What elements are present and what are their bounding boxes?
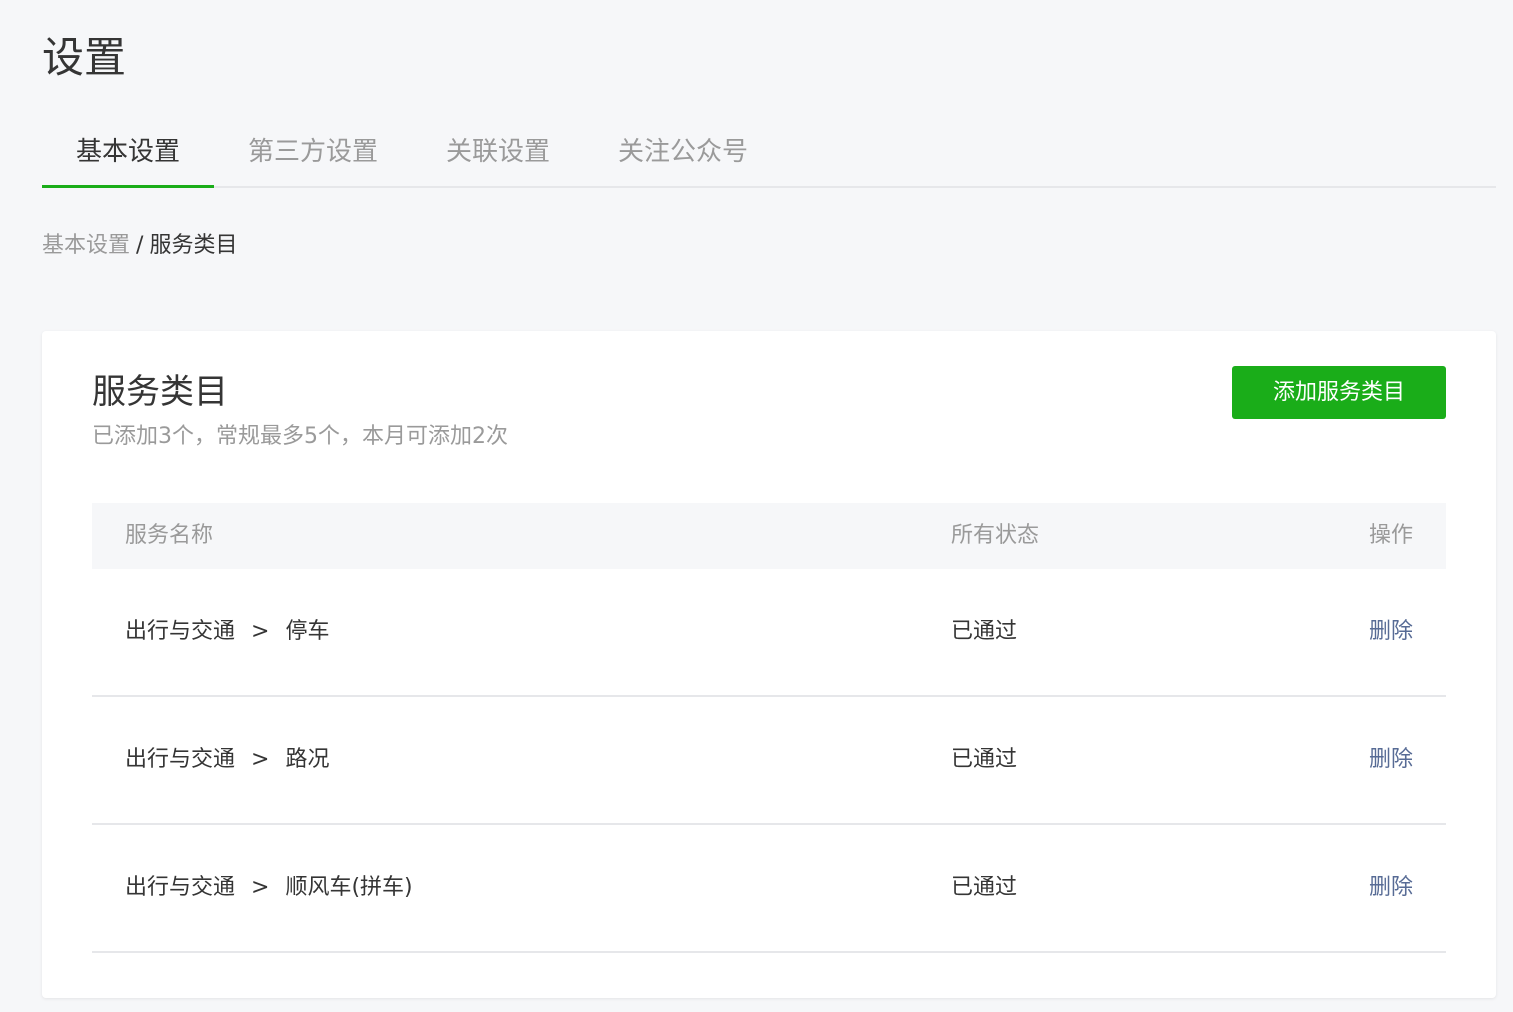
subcategory-label: 停车 xyxy=(285,619,330,644)
category-label: 出行与交通 xyxy=(125,619,236,644)
subcategory-label: 路况 xyxy=(285,747,330,772)
tab-basic-settings[interactable]: 基本设置 xyxy=(42,120,214,188)
breadcrumb-parent-link[interactable]: 基本设置 xyxy=(42,233,130,258)
breadcrumb-separator: / xyxy=(136,233,144,258)
card-description: 已添加3个，常规最多5个，本月可添加2次 xyxy=(92,424,508,449)
subcategory-label: 顺风车(拼车) xyxy=(285,875,413,900)
service-category-table: 服务名称 所有状态 操作 出行与交通 > 停车 已通过 删除 出行与交通 > 路况 已通… xyxy=(92,503,1446,953)
table-row: 出行与交通 > 路况 已通过 删除 xyxy=(92,697,1446,825)
status-cell: 已通过 xyxy=(951,619,1018,644)
tab-third-party-settings[interactable]: 第三方设置 xyxy=(246,120,380,186)
arrow-separator: > xyxy=(251,747,270,772)
service-category-card: 服务类目 已添加3个，常规最多5个，本月可添加2次 添加服务类目 服务名称 所有… xyxy=(42,331,1496,998)
status-cell: 已通过 xyxy=(951,747,1018,772)
service-name-cell: 出行与交通 > 顺风车(拼车) xyxy=(125,825,413,951)
arrow-separator: > xyxy=(251,619,270,644)
breadcrumb: 基本设置 / 服务类目 xyxy=(42,230,237,262)
delete-link[interactable]: 删除 xyxy=(1369,569,1413,695)
table-row: 出行与交通 > 顺风车(拼车) 已通过 删除 xyxy=(92,825,1446,953)
status-cell: 已通过 xyxy=(951,875,1018,900)
table-row: 出行与交通 > 停车 已通过 删除 xyxy=(92,569,1446,697)
delete-link[interactable]: 删除 xyxy=(1369,697,1413,823)
delete-link[interactable]: 删除 xyxy=(1369,825,1413,951)
category-label: 出行与交通 xyxy=(125,875,236,900)
tab-follow-official-account[interactable]: 关注公众号 xyxy=(616,120,750,186)
category-label: 出行与交通 xyxy=(125,747,236,772)
page-title: 设置 xyxy=(42,33,127,82)
add-service-category-button[interactable]: 添加服务类目 xyxy=(1232,366,1446,419)
service-name-cell: 出行与交通 > 路况 xyxy=(125,697,329,823)
tab-related-settings[interactable]: 关联设置 xyxy=(444,120,552,186)
tab-bar: 基本设置 第三方设置 关联设置 关注公众号 xyxy=(42,120,1496,188)
arrow-separator: > xyxy=(251,875,270,900)
table-header: 服务名称 所有状态 操作 xyxy=(92,503,1446,569)
service-name-cell: 出行与交通 > 停车 xyxy=(125,569,329,695)
header-operation: 操作 xyxy=(1368,523,1413,548)
card-title: 服务类目 xyxy=(92,372,228,412)
header-status-filter[interactable]: 所有状态 xyxy=(951,503,1039,569)
breadcrumb-current: 服务类目 xyxy=(149,233,238,258)
header-service-name: 服务名称 xyxy=(125,523,214,548)
